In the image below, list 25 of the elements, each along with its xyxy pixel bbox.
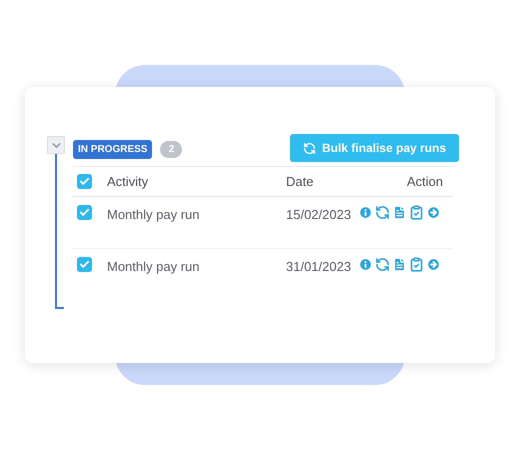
checkbox[interactable] xyxy=(77,205,92,220)
table-cell-text: Monthly pay run xyxy=(107,258,200,276)
column-header: Activity xyxy=(107,172,150,191)
checkbox[interactable] xyxy=(77,174,92,189)
info-icon[interactable] xyxy=(358,205,373,220)
arrow-right-icon[interactable] xyxy=(426,205,441,220)
checkbox[interactable] xyxy=(77,257,92,272)
arrow-right-icon[interactable] xyxy=(426,257,441,272)
document-icon[interactable] xyxy=(392,257,407,272)
refresh-icon xyxy=(302,142,316,154)
collapse-toggle[interactable] xyxy=(47,136,65,154)
clipboard-check-icon[interactable] xyxy=(409,257,424,272)
table-cell-text: 15/02/2023 xyxy=(286,206,352,224)
table-cell-text: 31/01/2023 xyxy=(286,258,352,276)
column-header: Action xyxy=(406,172,443,191)
info-icon[interactable] xyxy=(358,257,373,272)
document-icon[interactable] xyxy=(392,205,407,220)
clipboard-check-icon[interactable] xyxy=(409,205,424,220)
refresh-icon[interactable] xyxy=(375,205,390,220)
table-cell-text: Monthly pay run xyxy=(107,206,200,224)
bulk-finalise-button[interactable]: Bulk finalise pay runs xyxy=(290,134,459,162)
count-badge: 2 xyxy=(160,140,182,158)
column-header: Date xyxy=(286,172,314,191)
refresh-icon[interactable] xyxy=(375,257,390,272)
status-badge: IN PROGRESS xyxy=(73,140,152,158)
